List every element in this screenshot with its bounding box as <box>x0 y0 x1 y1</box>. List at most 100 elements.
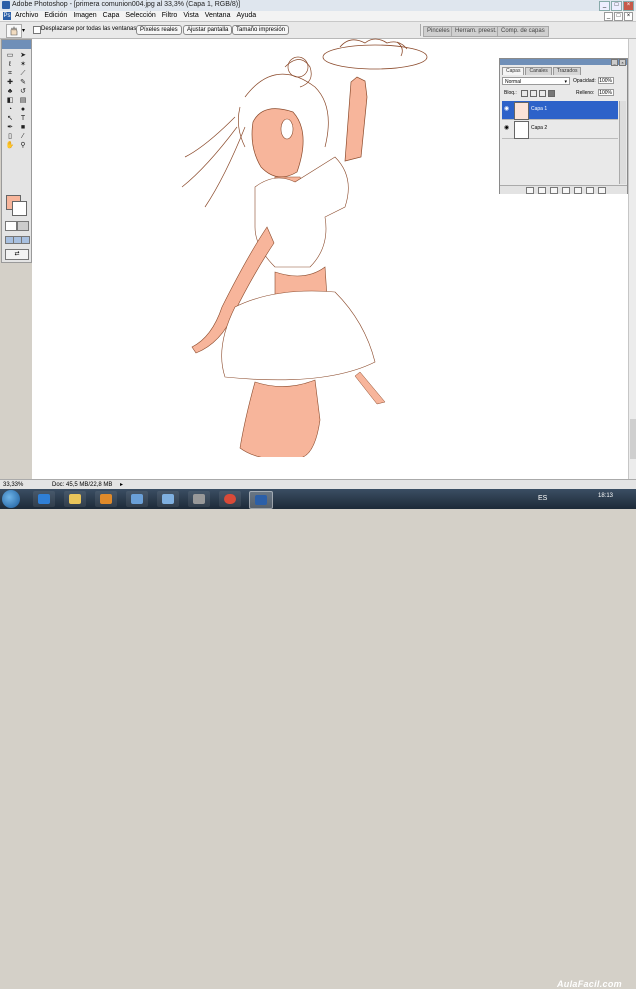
tab-layers[interactable]: Capas <box>502 67 525 75</box>
layer-row-capa-2[interactable]: ◉ Capa 2 <box>502 120 618 139</box>
opacity-label: Opacidad: <box>573 78 596 84</box>
zoom-tool-icon[interactable]: ⚲ <box>17 142 29 150</box>
new-group-icon[interactable] <box>574 187 582 194</box>
clone-stamp-icon[interactable]: ♣ <box>4 88 16 96</box>
pen-tool-icon[interactable]: ✒ <box>4 124 16 132</box>
taskbar-media-player-icon[interactable] <box>95 491 117 507</box>
standard-mode-icon[interactable] <box>5 221 17 231</box>
visibility-eye-icon[interactable]: ◉ <box>504 106 511 112</box>
hand-tool-icon[interactable] <box>6 24 22 38</box>
menu-archivo[interactable]: Archivo <box>15 12 38 19</box>
lock-position-icon[interactable] <box>539 90 546 97</box>
menu-vista[interactable]: Vista <box>183 12 198 19</box>
well-tab-layer-comps[interactable]: Comp. de capas <box>497 26 549 37</box>
skirt-shape <box>221 290 376 381</box>
jump-to-imageready-icon[interactable]: ⇄ <box>5 249 29 260</box>
maximize-icon[interactable]: □ <box>611 1 622 11</box>
start-button-icon[interactable] <box>2 490 20 508</box>
tray-drawing <box>322 38 428 70</box>
fill-label: Relleno: <box>576 90 595 96</box>
type-tool-icon[interactable]: T <box>17 115 29 123</box>
layers-scrollbar[interactable] <box>619 101 626 184</box>
language-indicator[interactable]: ES <box>538 495 547 502</box>
eyedropper-tool-icon[interactable]: ⁄ <box>17 133 29 141</box>
gradient-tool-icon[interactable]: ▤ <box>17 97 29 105</box>
delete-layer-icon[interactable] <box>598 187 606 194</box>
menu-filtro[interactable]: Filtro <box>162 12 178 19</box>
adjustment-layer-icon[interactable] <box>562 187 570 194</box>
quick-mask-icon[interactable] <box>17 221 29 231</box>
lasso-tool-icon[interactable]: ℓ <box>4 61 16 69</box>
link-layers-icon[interactable] <box>526 187 534 194</box>
panel-minimize-icon[interactable]: _ <box>611 59 618 66</box>
tab-paths[interactable]: Trazados <box>552 67 582 75</box>
new-layer-icon[interactable] <box>586 187 594 194</box>
taskbar-explorer-icon[interactable] <box>64 491 86 507</box>
crop-tool-icon[interactable]: ⌗ <box>4 70 16 78</box>
menu-edicion[interactable]: Edición <box>44 12 67 19</box>
history-brush-icon[interactable]: ↺ <box>17 88 29 96</box>
print-size-button[interactable]: Tamaño impresión <box>232 25 290 35</box>
taskbar-ie-icon[interactable] <box>33 491 55 507</box>
lock-pixels-icon[interactable] <box>530 90 537 97</box>
lock-transparency-icon[interactable] <box>521 90 528 97</box>
tab-channels[interactable]: Canales <box>525 67 552 75</box>
menu-ayuda[interactable]: Ayuda <box>236 12 256 19</box>
canvas-vertical-scrollbar[interactable] <box>628 39 636 479</box>
doc-minimize-icon[interactable]: _ <box>604 12 613 21</box>
menu-seleccion[interactable]: Selección <box>125 12 155 19</box>
background-color-swatch[interactable] <box>12 201 27 216</box>
layer-name: Capa 2 <box>531 125 548 131</box>
taskbar-chrome-icon[interactable] <box>219 491 241 507</box>
opacity-input[interactable]: 100% <box>598 77 614 84</box>
well-tab-tool-presets[interactable]: Herram. preest. <box>451 26 501 37</box>
window-controls: _ □ × <box>599 1 634 11</box>
taskbar-app-icon[interactable] <box>157 491 179 507</box>
lock-all-icon[interactable] <box>548 90 555 97</box>
taskbar-paint-icon[interactable] <box>126 491 148 507</box>
menu-ventana[interactable]: Ventana <box>205 12 231 19</box>
menu-capa[interactable]: Capa <box>103 12 120 19</box>
blend-mode-select[interactable]: Normal ▾ <box>502 77 570 85</box>
doc-restore-icon[interactable]: □ <box>614 12 623 21</box>
fill-input[interactable]: 100% <box>598 89 614 96</box>
chevron-down-icon: ▾ <box>564 79 567 85</box>
layers-panel-header[interactable] <box>500 59 627 65</box>
fit-screen-button[interactable]: Ajustar pantalla <box>183 25 233 35</box>
doc-close-icon[interactable]: × <box>624 12 633 21</box>
tools-panel-header[interactable] <box>2 40 31 49</box>
dodge-tool-icon[interactable]: ● <box>17 106 29 114</box>
tool-preset-chevron-down-icon[interactable]: ▾ <box>22 27 25 34</box>
well-tab-brushes[interactable]: Pinceles <box>423 26 454 37</box>
panel-close-icon[interactable]: × <box>619 59 626 66</box>
path-selection-icon[interactable]: ↖ <box>4 115 16 123</box>
hand-tool-small-icon[interactable]: ✋ <box>4 142 16 150</box>
healing-brush-icon[interactable]: ✚ <box>4 79 16 87</box>
watermark: AulaFacil.com <box>557 979 622 989</box>
scrollbar-thumb[interactable] <box>630 419 636 459</box>
screen-mode-full-icon[interactable] <box>21 236 30 244</box>
close-icon[interactable]: × <box>623 1 634 11</box>
actual-pixels-button[interactable]: Píxeles reales <box>136 25 182 35</box>
blur-tool-icon[interactable]: ◔ <box>4 106 16 114</box>
clock[interactable]: 18:13 <box>598 493 613 500</box>
shape-tool-icon[interactable]: ■ <box>17 124 29 132</box>
scroll-all-windows-checkbox[interactable] <box>33 26 41 34</box>
slice-tool-icon[interactable]: ⟋ <box>17 70 29 78</box>
magic-wand-tool-icon[interactable]: ✶ <box>17 61 29 69</box>
minimize-icon[interactable]: _ <box>599 1 610 11</box>
layer-style-icon[interactable] <box>538 187 546 194</box>
brush-tool-icon[interactable]: ✎ <box>17 79 29 87</box>
layer-mask-icon[interactable] <box>550 187 558 194</box>
eraser-tool-icon[interactable]: ◧ <box>4 97 16 105</box>
scroll-all-windows-label: Desplazarse por todas las ventanas <box>41 26 137 32</box>
notes-tool-icon[interactable]: ▯ <box>4 133 16 141</box>
marquee-tool-icon[interactable]: ▭ <box>4 52 16 60</box>
move-tool-icon[interactable]: ➤ <box>17 52 29 60</box>
menu-imagen[interactable]: Imagen <box>73 12 96 19</box>
visibility-eye-icon[interactable]: ◉ <box>504 125 511 131</box>
taskbar-photoshop-icon[interactable] <box>249 491 273 509</box>
taskbar-screenshot-icon[interactable] <box>188 491 210 507</box>
layer-row-capa-1[interactable]: ◉ Capa 1 <box>502 101 618 120</box>
ps-doc-icon[interactable]: Ps <box>3 12 11 20</box>
